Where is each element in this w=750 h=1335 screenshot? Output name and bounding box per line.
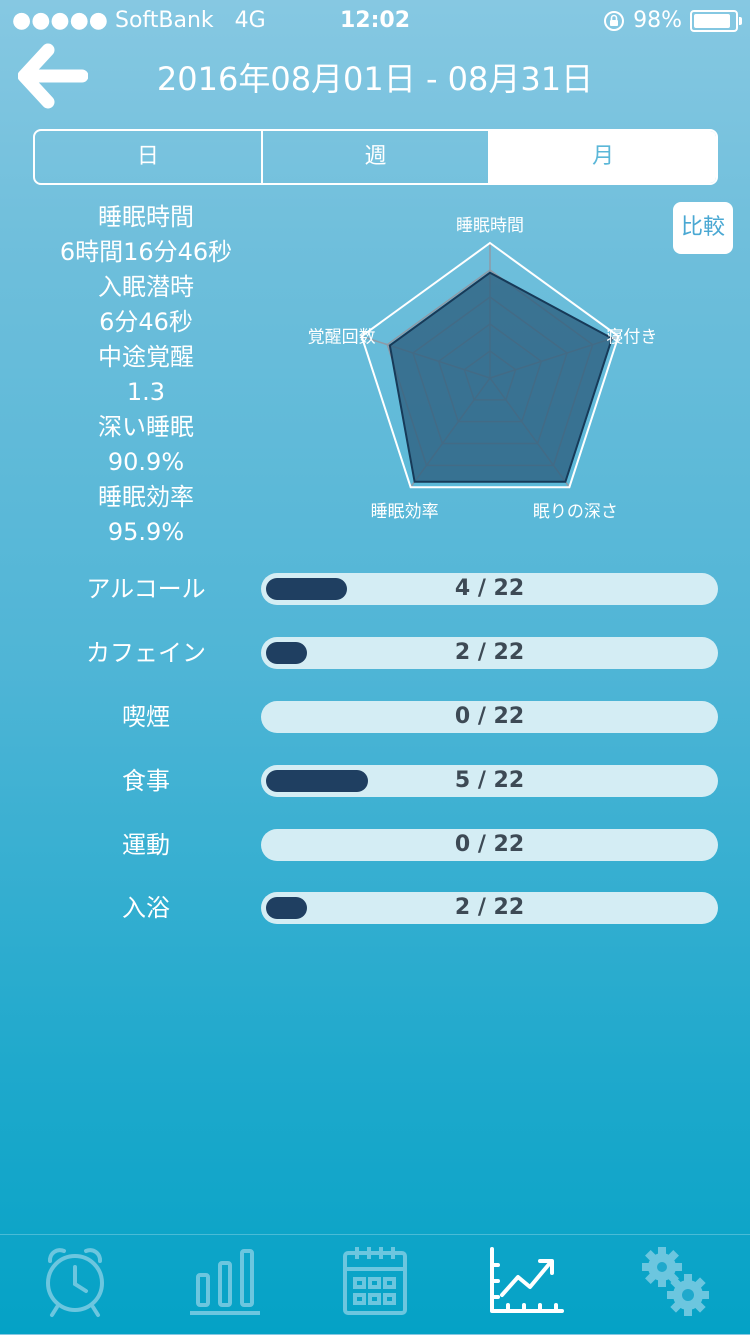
habit-label-caffeine: カフェイン bbox=[86, 639, 206, 667]
habit-row-exercise: 運動 0 / 22 bbox=[0, 828, 750, 862]
bar-chart-icon[interactable] bbox=[180, 1241, 270, 1321]
radar-axis-label-awakenings: 覚醒回数 bbox=[308, 327, 376, 347]
habit-value-exercise: 0 / 22 bbox=[454, 832, 525, 857]
habit-value-smoking: 0 / 22 bbox=[454, 704, 525, 729]
tab-month[interactable]: 月 bbox=[488, 131, 716, 183]
stat-value-deep-sleep: 90.9% bbox=[107, 448, 185, 476]
stat-value-sleep-efficiency: 95.9% bbox=[107, 518, 185, 546]
habit-label-smoking: 喫煙 bbox=[122, 703, 170, 731]
stat-label-sleep-latency: 入眠潜時 bbox=[98, 273, 194, 301]
radar-axis-label-sleep-efficiency: 睡眠効率 bbox=[371, 502, 439, 522]
habit-value-meal: 5 / 22 bbox=[454, 768, 525, 793]
trend-chart-icon[interactable] bbox=[480, 1241, 570, 1321]
radar-axis-label-falling-asleep: 寝付き bbox=[606, 326, 657, 347]
alarm-clock-icon[interactable] bbox=[30, 1241, 120, 1321]
gears-icon[interactable] bbox=[630, 1241, 720, 1321]
tab-week[interactable]: 週 bbox=[260, 131, 489, 183]
habit-value-caffeine: 2 / 22 bbox=[454, 640, 525, 665]
header: 2016年08月01日 - 08月31日 bbox=[0, 42, 750, 112]
stat-label-awakenings: 中途覚醒 bbox=[98, 343, 194, 371]
tab-day[interactable]: 日 bbox=[35, 131, 261, 183]
radar-chart: 睡眠時間 寝付き 眠りの深さ 睡眠効率 覚醒回数 bbox=[308, 216, 658, 522]
calendar-icon[interactable] bbox=[330, 1241, 420, 1321]
habit-row-alcohol: アルコール 4 / 22 bbox=[0, 572, 750, 606]
stat-label-sleep-efficiency: 睡眠効率 bbox=[98, 483, 194, 511]
habit-row-caffeine: カフェイン 2 / 22 bbox=[0, 636, 750, 670]
battery-percent: 98% bbox=[633, 8, 682, 33]
battery-icon bbox=[690, 9, 742, 32]
habit-label-exercise: 運動 bbox=[122, 831, 170, 859]
radar-data-polygon bbox=[388, 271, 614, 483]
stat-label-deep-sleep: 深い睡眠 bbox=[98, 413, 194, 441]
habit-progress-meal: 5 / 22 bbox=[261, 765, 718, 797]
habit-value-bath: 2 / 22 bbox=[454, 895, 525, 920]
back-arrow-icon[interactable] bbox=[18, 42, 88, 112]
habit-progress-caffeine: 2 / 22 bbox=[261, 637, 718, 669]
stat-value-awakenings: 1.3 bbox=[126, 378, 166, 406]
status-bar: ●●●●● SoftBank 4G 12:02 98% bbox=[0, 0, 750, 40]
radar-axis-label-sleep-depth: 眠りの深さ bbox=[533, 502, 618, 522]
stat-value-sleep-latency: 6分46秒 bbox=[99, 308, 193, 336]
habit-row-bath: 入浴 2 / 22 bbox=[0, 891, 750, 925]
stat-value-sleep-time: 6時間16分46秒 bbox=[59, 238, 233, 266]
habit-progress-exercise: 0 / 22 bbox=[261, 829, 718, 861]
habit-row-meal: 食事 5 / 22 bbox=[0, 764, 750, 798]
sleep-stats: 睡眠時間 6時間16分46秒 入眠潜時 6分46秒 中途覚醒 1.3 深い睡眠 … bbox=[36, 200, 256, 550]
habit-progress-bath: 2 / 22 bbox=[261, 892, 718, 924]
orientation-lock-icon bbox=[604, 10, 625, 31]
habit-row-smoking: 喫煙 0 / 22 bbox=[0, 700, 750, 734]
habit-value-alcohol: 4 / 22 bbox=[454, 576, 525, 601]
bottom-tab-bar bbox=[0, 1234, 750, 1335]
habit-label-bath: 入浴 bbox=[122, 894, 170, 922]
date-range-title: 2016年08月01日 - 08月31日 bbox=[156, 60, 594, 98]
stat-label-sleep-time: 睡眠時間 bbox=[98, 203, 194, 231]
habit-progress-smoking: 0 / 22 bbox=[261, 701, 718, 733]
habit-label-alcohol: アルコール bbox=[86, 575, 206, 603]
habit-label-meal: 食事 bbox=[122, 767, 170, 795]
radar-axis-label-sleep-time: 睡眠時間 bbox=[456, 216, 524, 236]
period-segmented-control: 日 週 月 bbox=[33, 129, 718, 185]
habit-progress-alcohol: 4 / 22 bbox=[261, 573, 718, 605]
